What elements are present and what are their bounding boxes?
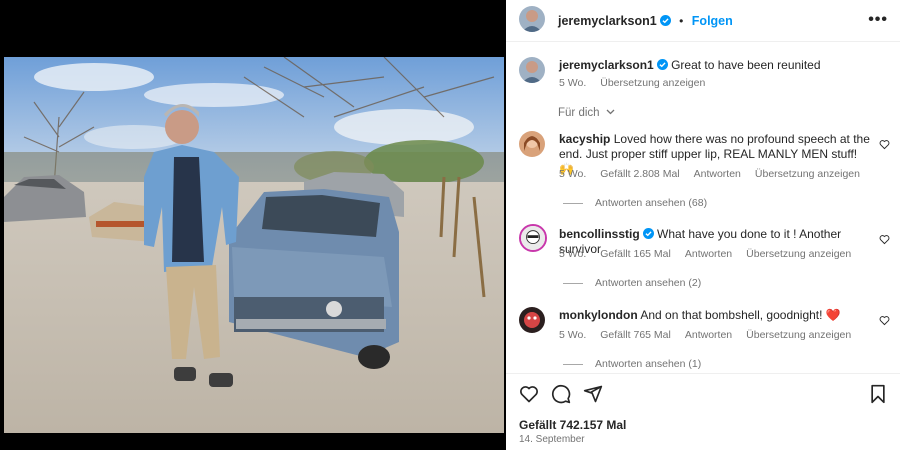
caption-username[interactable]: jeremyclarkson1 [559,58,654,72]
caption-author-avatar[interactable] [519,57,545,83]
comment-translate-link[interactable]: Übersetzung anzeigen [746,329,851,341]
verified-badge-icon [642,228,654,239]
post-side-panel: jeremyclarkson1 • Folgen ••• jeremyclark… [506,0,900,450]
commenter-avatar[interactable] [519,224,547,252]
caption-age: 5 Wo. [559,77,587,89]
comment-icon[interactable] [551,384,571,404]
comment-like-heart-icon[interactable] [879,315,890,326]
comment-meta: 5 Wo. Gefällt 165 Mal Antworten Übersetzung… [559,248,865,260]
comment-item: bencollinsstig What have you done to it … [506,224,900,296]
view-replies-label: Antworten ansehen (1) [595,358,702,370]
author-username[interactable]: jeremyclarkson1 [558,14,657,28]
comment-reply-button[interactable]: Antworten [685,248,732,260]
view-replies-label: Antworten ansehen (2) [595,277,702,289]
follow-button[interactable]: Folgen [692,14,733,28]
replies-line [563,202,583,204]
bookmark-icon[interactable] [869,384,887,404]
comment-reply-button[interactable]: Antworten [694,168,741,180]
comment-reply-button[interactable]: Antworten [685,329,732,341]
comment-likes-link[interactable]: Gefällt 2.808 Mal [600,168,679,180]
commenter-avatar[interactable] [519,307,545,333]
post-actions-bar: Gefällt 742.157 Mal 14. September [506,373,900,450]
comment-username[interactable]: monkylondon [559,308,638,322]
comment-like-heart-icon[interactable] [879,234,890,245]
caption-translate-link[interactable]: Übersetzung anzeigen [600,77,705,89]
view-replies-button[interactable]: Antworten ansehen (68) [563,197,707,209]
for-you-filter[interactable]: Für dich [558,107,615,119]
post-media-area [0,0,506,450]
comment-username[interactable]: kacyship [559,132,610,146]
caption-meta: 5 Wo. Übersetzung anzeigen [559,77,719,89]
commenter-avatar[interactable] [519,131,545,157]
comment-meta: 5 Wo. Gefällt 2.808 Mal Antworten Übersetzu… [559,168,874,180]
comment-translate-link[interactable]: Übersetzung anzeigen [755,168,860,180]
comment-age: 5 Wo. [559,168,587,180]
comment-item: kacyship Loved how there was no profound… [506,131,900,211]
comment-translate-link[interactable]: Übersetzung anzeigen [746,248,851,260]
author-avatar[interactable] [519,6,545,32]
comment-text: monkylondon And on that bombshell, goodn… [559,308,872,323]
more-options-icon[interactable]: ••• [868,11,888,29]
chevron-down-icon [606,109,615,115]
comment-like-heart-icon[interactable] [879,139,890,150]
share-icon[interactable] [583,384,603,404]
view-replies-button[interactable]: Antworten ansehen (2) [563,277,701,289]
caption-body: Great to have been reunited [671,58,821,72]
comment-age: 5 Wo. [559,248,587,260]
verified-badge-icon [659,15,671,26]
replies-line [563,363,583,365]
heart-icon[interactable] [519,384,539,404]
replies-line [563,282,583,284]
comment-likes-link[interactable]: Gefällt 765 Mal [600,329,671,341]
comment-meta: 5 Wo. Gefällt 765 Mal Antworten Übersetzung… [559,329,865,341]
header-separator: • [679,14,684,28]
comment-username[interactable]: bencollinsstig [559,227,640,241]
comment-body: And on that bombshell, goodnight! ❤️ [640,308,841,322]
for-you-label: Für dich [558,107,600,119]
post-likes-count[interactable]: Gefällt 742.157 Mal [519,418,626,432]
view-replies-label: Antworten ansehen (68) [595,197,708,209]
comment-age: 5 Wo. [559,329,587,341]
post-photo[interactable] [4,57,504,433]
post-header: jeremyclarkson1 • Folgen ••• [506,0,900,42]
post-date: 14. September [519,434,585,445]
comment-item: monkylondon And on that bombshell, goodn… [506,307,900,373]
caption-text: jeremyclarkson1 Great to have been reuni… [559,58,872,73]
verified-badge-icon [656,59,668,70]
view-replies-button[interactable]: Antworten ansehen (1) [563,358,701,370]
comments-list: jeremyclarkson1 Great to have been reuni… [506,43,900,373]
photo-man-with-blue-car [4,57,504,433]
comment-likes-link[interactable]: Gefällt 165 Mal [600,248,671,260]
